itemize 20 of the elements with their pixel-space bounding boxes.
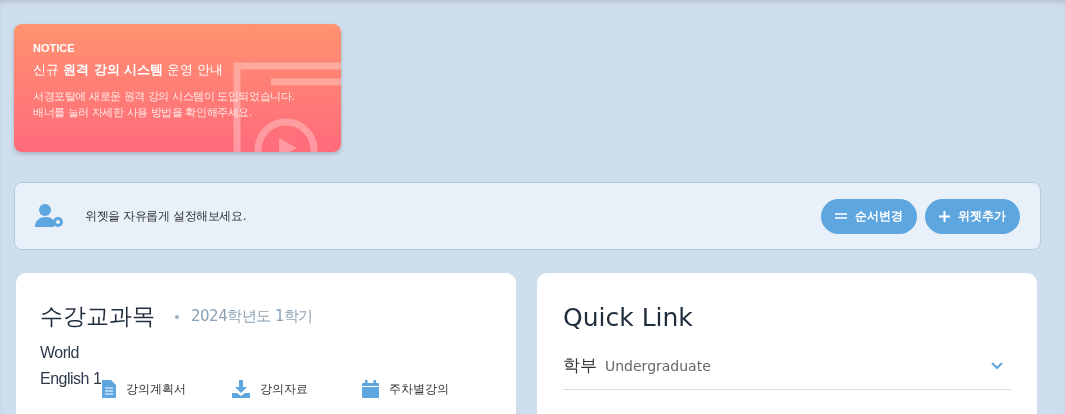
chevron-icon <box>991 361 1003 370</box>
menu-icon <box>835 211 847 221</box>
user-settings-icon <box>35 203 65 229</box>
term-label: 2024학년도 1학기 <box>191 307 313 326</box>
accordion-item[interactable]: 학부 Undergraduate <box>563 354 1011 390</box>
card-title: Quick Link <box>563 303 694 332</box>
notice-text: 서경포탈에 새로운 원격 강의 시스템이 도입되었습니다. 배너를 눌러 자세한 사용 방법을 확인해주세요. <box>33 89 296 120</box>
download-icon <box>232 380 250 398</box>
bullet-dot <box>175 314 179 319</box>
course-link[interactable]: 주차별강의 <box>362 380 492 398</box>
document-icon <box>102 380 116 398</box>
card-title: 수강교과목 <box>40 302 155 331</box>
course-link[interactable]: 강의자료 <box>232 380 362 398</box>
course-name: World English 1 <box>40 343 102 389</box>
course-link[interactable]: 강의계획서 <box>102 380 232 398</box>
notice-label: NOTICE <box>33 42 76 54</box>
notice-title: 신규 원격 강의 시스템 운영 안내 <box>33 61 225 79</box>
plus-icon <box>939 210 950 222</box>
calendar-icon <box>362 380 379 398</box>
widget-message: 위젯을 자유롭게 설정해보세요. <box>85 207 247 225</box>
